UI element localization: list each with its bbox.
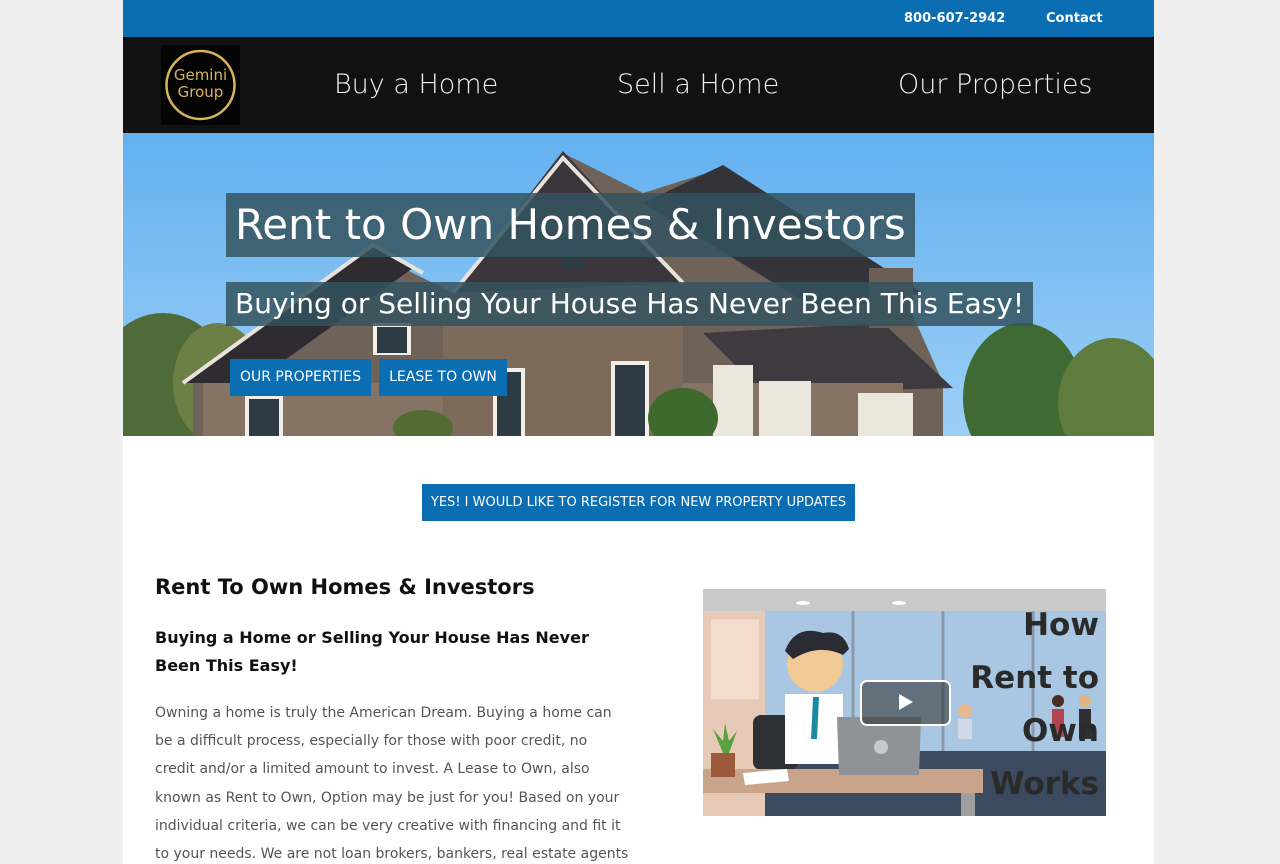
nav-sell-a-home[interactable]: Sell a Home: [617, 37, 779, 133]
gemini-group-logo[interactable]: Gemini Group: [161, 45, 240, 125]
our-properties-button[interactable]: Our Properties: [230, 359, 371, 396]
nav-buy-a-home[interactable]: Buy a Home: [334, 37, 498, 133]
hero-title: Rent to Own Homes & Investors: [226, 193, 915, 257]
hero-subtitle: Buying or Selling Your House Has Never B…: [226, 282, 1034, 326]
top-utility-bar: 800-607-2942 Contact: [123, 0, 1154, 37]
contact-link[interactable]: Contact: [1046, 0, 1103, 37]
register-updates-button[interactable]: Yes! I Would Like to Register for New Pr…: [422, 484, 855, 521]
lease-to-own-button[interactable]: Lease to Own: [379, 359, 507, 396]
hero-banner: Rent to Own Homes & Investors Buying or …: [123, 133, 1154, 436]
play-icon: [899, 694, 913, 710]
content-title: Rent To Own Homes & Investors: [155, 575, 535, 599]
logo-text: Gemini Group: [161, 67, 240, 101]
main-nav: Gemini Group Buy a Home Sell a Home Our …: [123, 37, 1154, 133]
video-player[interactable]: How Rent to Own Works: [703, 589, 1106, 816]
video-caption: How Rent to Own Works: [970, 607, 1099, 802]
play-button[interactable]: [860, 680, 951, 726]
logo-text-line1: Gemini: [173, 66, 228, 84]
nav-our-properties[interactable]: Our Properties: [898, 37, 1093, 133]
content-body: Owning a home is truly the American Drea…: [155, 705, 629, 863]
logo-text-line2: Group: [177, 83, 224, 101]
content-subtitle: Buying a Home or Selling Your House Has …: [155, 628, 589, 675]
page: 800-607-2942 Contact Gemini Group Buy a …: [123, 0, 1154, 864]
phone-link[interactable]: 800-607-2942: [904, 0, 1005, 37]
